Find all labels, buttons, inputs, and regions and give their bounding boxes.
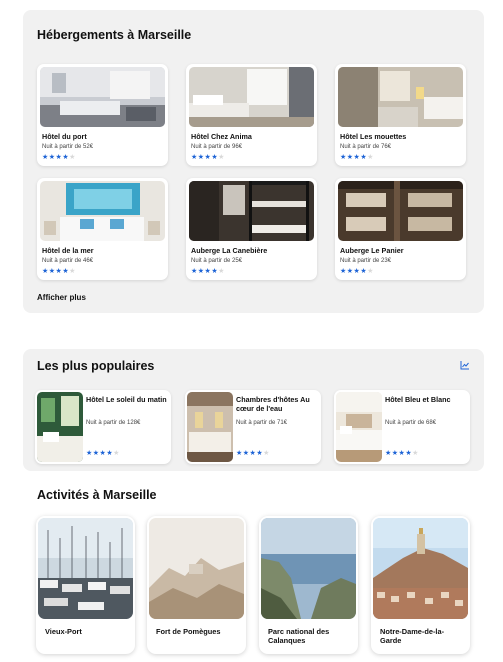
hotel-name: Hôtel Les mouettes	[340, 132, 407, 141]
hotel-photo	[40, 67, 165, 127]
hotel-price: Nuit à partir de 25€	[191, 258, 243, 264]
activity-card[interactable]: Parc national des Calanques	[259, 516, 358, 654]
hotel-card[interactable]: Hôtel Chez Anima Nuit à partir de 96€ ★★…	[186, 64, 317, 166]
popular-card[interactable]: Chambres d'hôtes Au cœur de l'eau Nuit à…	[185, 390, 321, 464]
star-rating: ★★★★★	[236, 450, 270, 457]
hotel-name: Hôtel du port	[42, 132, 87, 141]
star-rating: ★★★★★	[42, 154, 76, 161]
star-rating: ★★★★★	[191, 268, 225, 275]
hotel-name: Auberge Le Panier	[340, 246, 404, 255]
trend-chart-icon[interactable]	[460, 360, 470, 370]
hotel-card[interactable]: Hôtel du port Nuit à partir de 52€ ★★★★★	[37, 64, 168, 166]
star-rating: ★★★★★	[340, 154, 374, 161]
hotel-photo	[338, 67, 463, 127]
popular-price: Nuit à partir de 71€	[236, 420, 288, 426]
popular-price: Nuit à partir de 68€	[385, 420, 437, 426]
star-rating: ★★★★★	[385, 450, 419, 457]
hotel-name: Hôtel Chez Anima	[191, 132, 252, 141]
hotel-price: Nuit à partir de 23€	[340, 258, 392, 264]
hotel-card[interactable]: Auberge La Canebière Nuit à partir de 25…	[186, 178, 317, 280]
hotel-photo	[189, 67, 314, 127]
popular-name: Hôtel Le soleil du matin	[86, 395, 167, 404]
hotel-photo	[338, 181, 463, 241]
activity-photo	[149, 518, 244, 619]
hotel-price: Nuit à partir de 52€	[42, 144, 94, 150]
popular-price: Nuit à partir de 128€	[86, 420, 141, 426]
popular-card[interactable]: Hôtel Le soleil du matin Nuit à partir d…	[35, 390, 171, 464]
star-rating: ★★★★★	[86, 450, 120, 457]
popular-photo	[37, 392, 83, 462]
activites-title: Activités à Marseille	[37, 488, 157, 502]
activity-card[interactable]: Notre-Dame-de-la-Garde	[371, 516, 470, 654]
popular-photo	[336, 392, 382, 462]
activity-photo	[261, 518, 356, 619]
star-rating: ★★★★★	[42, 268, 76, 275]
activity-photo	[38, 518, 133, 619]
show-more-link[interactable]: Afficher plus	[37, 293, 86, 302]
activity-name: Fort de Pomègues	[156, 627, 221, 636]
popular-card[interactable]: Hôtel Bleu et Blanc Nuit à partir de 68€…	[334, 390, 470, 464]
hotel-price: Nuit à partir de 46€	[42, 258, 94, 264]
activity-name: Vieux-Port	[45, 627, 82, 636]
hotel-photo	[189, 181, 314, 241]
hotel-photo	[40, 181, 165, 241]
activity-card[interactable]: Vieux-Port	[36, 516, 135, 654]
hotel-price: Nuit à partir de 96€	[191, 144, 243, 150]
star-rating: ★★★★★	[340, 268, 374, 275]
hotel-card[interactable]: Auberge Le Panier Nuit à partir de 23€ ★…	[335, 178, 466, 280]
hotel-name: Auberge La Canebière	[191, 246, 268, 255]
activity-card[interactable]: Fort de Pomègues	[147, 516, 246, 654]
hebergements-section: Hébergements à Marseille Hôtel du port N…	[23, 10, 484, 313]
hotel-price: Nuit à partir de 76€	[340, 144, 392, 150]
star-rating: ★★★★★	[191, 154, 225, 161]
activity-name: Notre-Dame-de-la-Garde	[380, 627, 445, 645]
hotel-card[interactable]: Hôtel de la mer Nuit à partir de 46€ ★★★…	[37, 178, 168, 280]
hotel-card[interactable]: Hôtel Les mouettes Nuit à partir de 76€ …	[335, 64, 466, 166]
activity-name: Parc national des Calanques	[268, 627, 330, 645]
popular-name: Chambres d'hôtes Au cœur de l'eau	[236, 395, 310, 413]
hotel-name: Hôtel de la mer	[42, 246, 94, 255]
popular-photo	[187, 392, 233, 462]
hebergements-title: Hébergements à Marseille	[37, 28, 192, 42]
populaires-title: Les plus populaires	[37, 359, 155, 373]
popular-name: Hôtel Bleu et Blanc	[385, 395, 451, 404]
populaires-section: Les plus populaires Hôtel Le soleil du m…	[23, 349, 484, 471]
activity-photo	[373, 518, 468, 619]
